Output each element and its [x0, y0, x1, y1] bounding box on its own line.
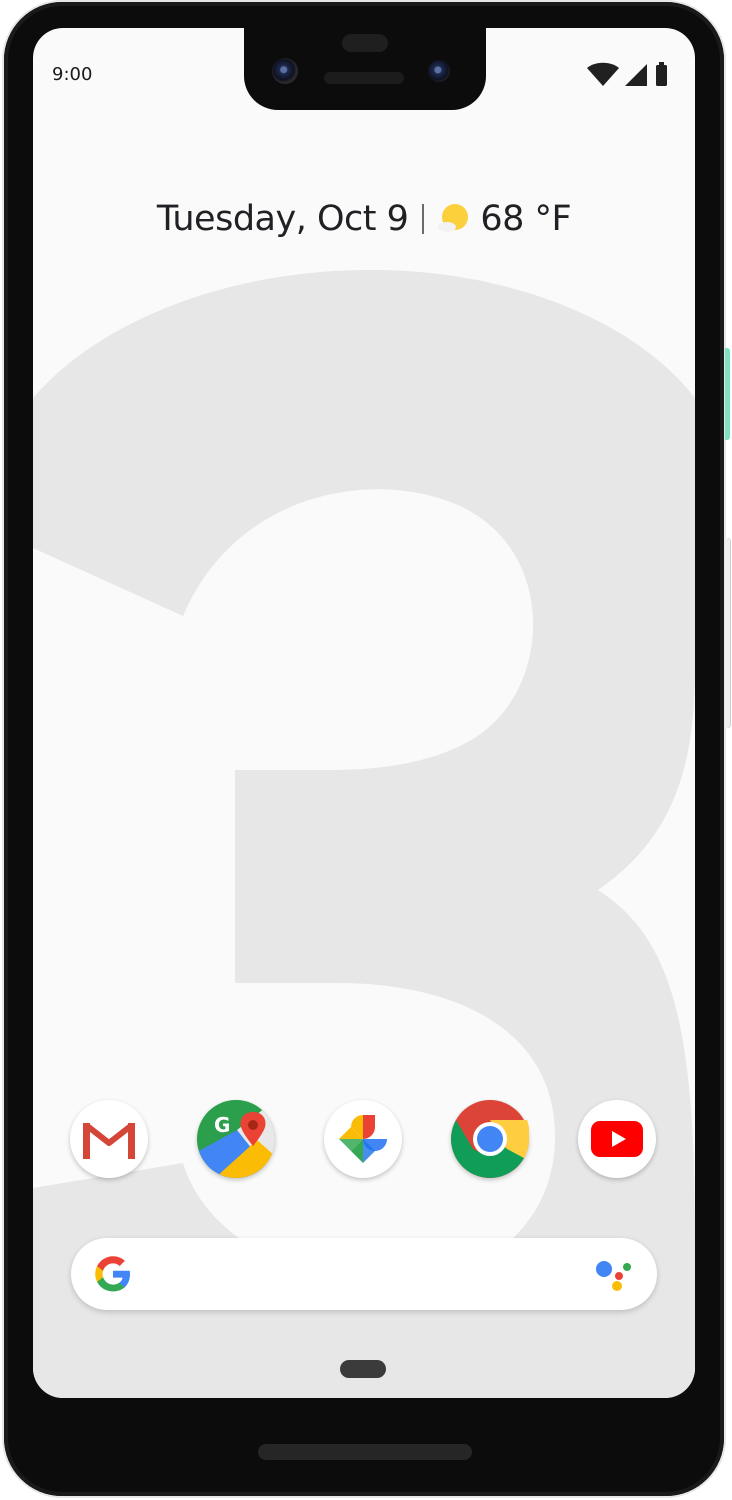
svg-text:G: G — [214, 1113, 230, 1137]
bottom-speaker-grille — [258, 1444, 472, 1460]
front-camera-icon — [428, 60, 450, 82]
earpiece-top — [342, 34, 388, 52]
google-g-icon — [95, 1256, 130, 1292]
status-icons — [587, 62, 667, 86]
cell-signal-icon — [625, 64, 647, 86]
gmail-icon — [83, 1119, 135, 1159]
glance-temperature[interactable]: 68 °F — [480, 199, 571, 239]
google-search-bar[interactable] — [71, 1238, 657, 1310]
at-a-glance-widget[interactable]: Tuesday, Oct 9 68 °F — [33, 198, 695, 239]
maps-icon: G — [197, 1100, 275, 1178]
volume-rocker[interactable] — [725, 538, 730, 728]
maps-app[interactable]: G — [197, 1100, 275, 1178]
power-button[interactable] — [725, 348, 730, 440]
youtube-app[interactable] — [578, 1100, 656, 1178]
youtube-icon — [591, 1121, 643, 1157]
wifi-icon — [587, 62, 619, 86]
glance-divider — [422, 204, 425, 234]
glance-date[interactable]: Tuesday, Oct 9 — [157, 199, 409, 239]
sun-icon — [438, 204, 469, 232]
display-notch — [244, 28, 486, 110]
google-assistant-icon[interactable] — [595, 1258, 633, 1292]
battery-icon — [656, 62, 667, 86]
home-gesture-pill[interactable] — [340, 1360, 386, 1378]
front-camera-icon — [272, 58, 298, 84]
chrome-app[interactable] — [451, 1100, 529, 1178]
home-screen: 9:00 Tuesday, Oct 9 68 °F G — [33, 28, 695, 1398]
gmail-app[interactable] — [70, 1100, 148, 1178]
earpiece-speaker — [324, 72, 404, 84]
chrome-icon — [451, 1100, 529, 1178]
status-time: 9:00 — [52, 64, 93, 85]
photos-icon — [339, 1115, 387, 1163]
photos-app[interactable] — [324, 1100, 402, 1178]
